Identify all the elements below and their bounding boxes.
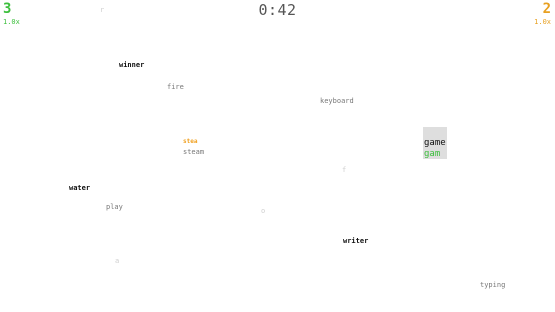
falling-word-fire: fire (167, 83, 184, 91)
falling-word-water: water (69, 184, 91, 192)
falling-word-a: a (115, 257, 120, 265)
falling-word-winner: winner (119, 61, 145, 69)
falling-word-f: f (342, 166, 347, 174)
falling-word-steam: steam (183, 148, 205, 156)
player2-score: 2 (542, 1, 551, 17)
falling-word-o: o (261, 207, 266, 215)
game-board[interactable]: 3 1.0x 0:42 2 1.0x r winner fire keyboar… (0, 0, 555, 312)
player2-multiplier: 1.0x (534, 18, 551, 26)
falling-word-writer: writer (343, 237, 369, 245)
player1-multiplier: 1.0x (3, 18, 20, 26)
active-word-typed: gam (424, 149, 441, 159)
falling-word-keyboard: keyboard (320, 97, 354, 105)
falling-word-play: play (106, 203, 123, 211)
falling-word-steam-typed: stea (183, 138, 198, 145)
game-timer: 0:42 (258, 1, 297, 19)
falling-word-typing: typing (480, 281, 506, 289)
active-word: game (424, 138, 446, 148)
falling-word-faint-top: r (100, 6, 105, 14)
